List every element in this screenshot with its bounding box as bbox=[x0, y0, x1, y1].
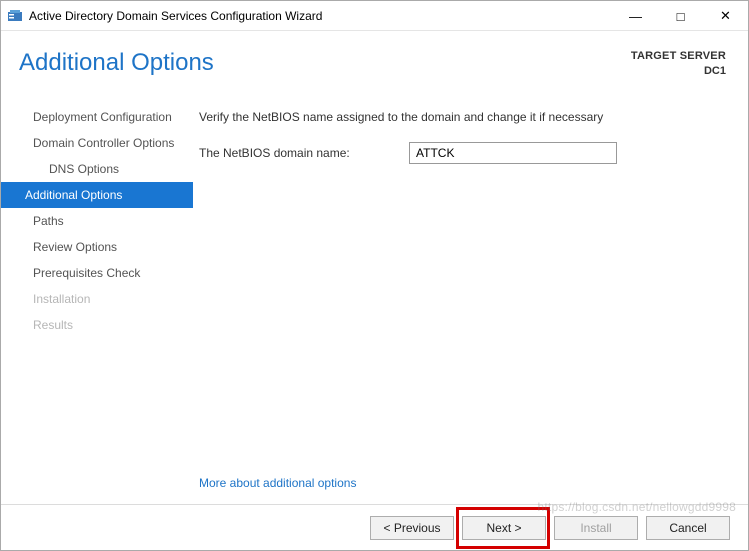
sidebar: Deployment ConfigurationDomain Controlle… bbox=[1, 92, 193, 504]
sidebar-item-domain-controller-options[interactable]: Domain Controller Options bbox=[1, 130, 193, 156]
target-server-block: TARGET SERVER DC1 bbox=[631, 49, 726, 80]
target-server-host: DC1 bbox=[631, 64, 726, 79]
sidebar-item-paths[interactable]: Paths bbox=[1, 208, 193, 234]
titlebar: Active Directory Domain Services Configu… bbox=[1, 1, 748, 31]
app-icon bbox=[7, 8, 23, 24]
sidebar-item-dns-options[interactable]: DNS Options bbox=[1, 156, 193, 182]
minimize-button[interactable]: — bbox=[613, 1, 658, 31]
content-panel: Verify the NetBIOS name assigned to the … bbox=[193, 92, 748, 504]
footer: < Previous Next > Install Cancel bbox=[1, 504, 748, 550]
install-button[interactable]: Install bbox=[554, 516, 638, 540]
sidebar-item-installation: Installation bbox=[1, 286, 193, 312]
more-about-link[interactable]: More about additional options bbox=[199, 476, 718, 490]
sidebar-item-review-options[interactable]: Review Options bbox=[1, 234, 193, 260]
sidebar-item-deployment-configuration[interactable]: Deployment Configuration bbox=[1, 104, 193, 130]
target-server-label: TARGET SERVER bbox=[631, 49, 726, 64]
netbios-row: The NetBIOS domain name: bbox=[199, 142, 718, 164]
instruction-text: Verify the NetBIOS name assigned to the … bbox=[199, 110, 718, 124]
previous-button[interactable]: < Previous bbox=[370, 516, 454, 540]
maximize-button[interactable]: □ bbox=[658, 1, 703, 31]
body: Deployment ConfigurationDomain Controlle… bbox=[1, 92, 748, 504]
window-title: Active Directory Domain Services Configu… bbox=[29, 9, 613, 23]
sidebar-item-additional-options[interactable]: Additional Options bbox=[1, 182, 193, 208]
page-title: Additional Options bbox=[19, 49, 214, 77]
netbios-label: The NetBIOS domain name: bbox=[199, 146, 409, 160]
cancel-button[interactable]: Cancel bbox=[646, 516, 730, 540]
sidebar-item-prerequisites-check[interactable]: Prerequisites Check bbox=[1, 260, 193, 286]
header: Additional Options TARGET SERVER DC1 bbox=[1, 31, 748, 92]
sidebar-item-results: Results bbox=[1, 312, 193, 338]
window-controls: — □ ✕ bbox=[613, 1, 748, 30]
close-button[interactable]: ✕ bbox=[703, 1, 748, 31]
next-button[interactable]: Next > bbox=[462, 516, 546, 540]
netbios-input[interactable] bbox=[409, 142, 617, 164]
